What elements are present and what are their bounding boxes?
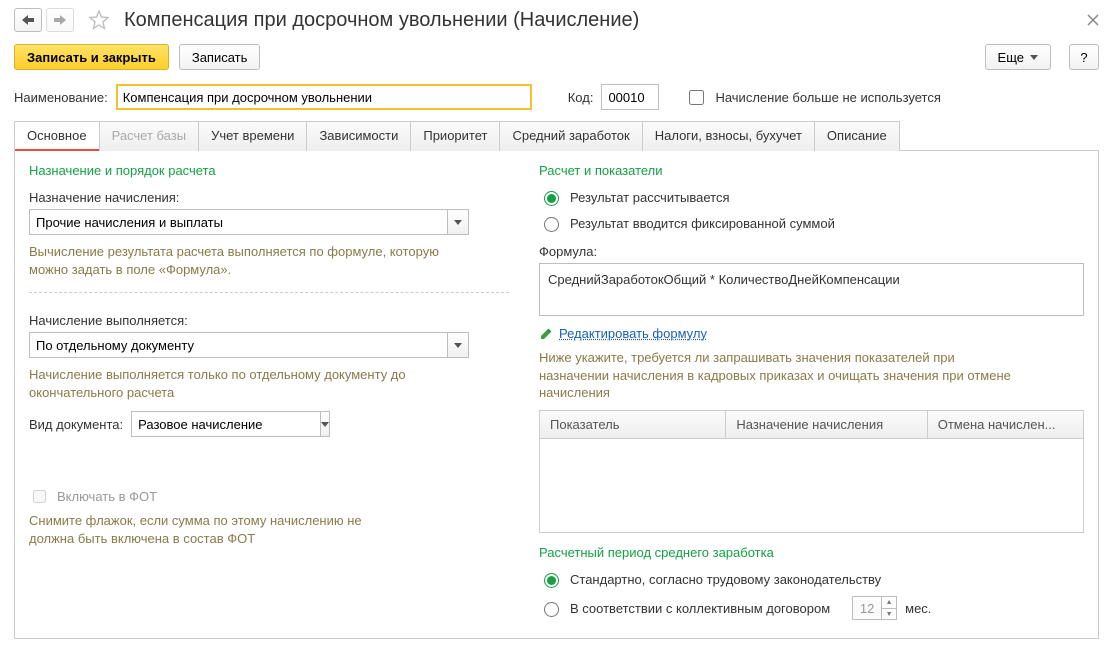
tab-base[interactable]: Расчет базы [99, 121, 200, 151]
tab-main[interactable]: Основное [14, 121, 100, 151]
section-period-title: Расчетный период среднего заработка [539, 545, 1084, 560]
radio-period-std[interactable] [544, 573, 559, 588]
tab-avg[interactable]: Средний заработок [499, 121, 642, 151]
purpose-hint: Вычисление результата расчета выполняетс… [29, 243, 469, 278]
exec-combo[interactable] [29, 332, 447, 358]
purpose-combo-dropdown[interactable] [447, 209, 469, 235]
code-input[interactable] [601, 84, 659, 110]
window-title: Компенсация при досрочном увольнении (На… [124, 9, 639, 32]
not-used-checkbox[interactable] [689, 90, 704, 105]
th-assign[interactable]: Назначение начисления [726, 411, 927, 438]
arrow-right-icon [54, 15, 66, 25]
radio-calculated[interactable] [544, 191, 559, 206]
code-label: Код: [568, 90, 594, 105]
purpose-label: Назначение начисления: [29, 190, 509, 205]
radio-fixed[interactable] [544, 217, 559, 232]
close-button[interactable] [1087, 10, 1099, 31]
purpose-combo[interactable] [29, 209, 447, 235]
exec-combo-dropdown[interactable] [447, 332, 469, 358]
help-button[interactable]: ? [1069, 44, 1099, 70]
th-indicator[interactable]: Показатель [540, 411, 726, 438]
formula-label: Формула: [539, 244, 1084, 259]
radio-period-std-label: Стандартно, согласно трудовому законодат… [570, 572, 881, 587]
section-calc-title: Расчет и показатели [539, 163, 1084, 178]
exec-hint: Начисление выполняется только по отдельн… [29, 366, 469, 401]
th-cancel[interactable]: Отмена начислен... [928, 411, 1083, 438]
formula-box: СреднийЗаработокОбщий * КоличествоДнейКо… [539, 263, 1084, 316]
arrow-left-icon [22, 15, 34, 25]
name-input[interactable] [116, 84, 532, 110]
spin-down[interactable]: ▼ [882, 608, 896, 619]
radio-fixed-label: Результат вводится фиксированной суммой [570, 216, 835, 231]
fot-label: Включать в ФОТ [57, 489, 157, 504]
radio-calculated-label: Результат рассчитывается [570, 190, 730, 205]
doc-type-combo[interactable] [131, 411, 320, 437]
tab-time[interactable]: Учет времени [198, 121, 307, 151]
save-button[interactable]: Записать [179, 44, 261, 70]
tabs: Основное Расчет базы Учет времени Зависи… [14, 120, 1099, 151]
not-used-label: Начисление больше не используется [715, 90, 940, 105]
save-close-button[interactable]: Записать и закрыть [14, 44, 169, 70]
doc-type-combo-dropdown[interactable] [320, 411, 330, 437]
table-body[interactable] [540, 439, 1083, 532]
close-icon [1087, 14, 1099, 26]
fot-checkbox [33, 490, 46, 503]
back-button[interactable] [14, 8, 42, 32]
months-input [853, 600, 881, 617]
radio-period-coll[interactable] [544, 602, 559, 617]
tab-priority[interactable]: Приоритет [410, 121, 500, 151]
months-spinner[interactable]: ▲ ▼ [852, 596, 897, 620]
pencil-icon [539, 327, 553, 341]
radio-period-coll-label: В соответствии с коллективным договором [570, 601, 830, 616]
section-purpose-title: Назначение и порядок расчета [29, 163, 509, 178]
name-label: Наименование: [14, 90, 108, 105]
exec-label: Начисление выполняется: [29, 313, 509, 328]
indicators-table: Показатель Назначение начисления Отмена … [539, 410, 1084, 533]
edit-formula-link[interactable]: Редактировать формулу [559, 326, 707, 341]
months-suffix: мес. [905, 601, 931, 616]
more-button[interactable]: Еще [985, 44, 1051, 70]
forward-button[interactable] [46, 8, 74, 32]
table-hint: Ниже укажите, требуется ли запрашивать з… [539, 349, 1019, 402]
favorite-star-icon[interactable] [88, 9, 110, 31]
tab-deps[interactable]: Зависимости [306, 121, 411, 151]
spin-up[interactable]: ▲ [882, 597, 896, 608]
tab-desc[interactable]: Описание [814, 121, 900, 151]
doc-type-label: Вид документа: [29, 417, 123, 432]
tab-tax[interactable]: Налоги, взносы, бухучет [642, 121, 815, 151]
fot-hint: Снимите флажок, если сумма по этому начи… [29, 512, 409, 547]
